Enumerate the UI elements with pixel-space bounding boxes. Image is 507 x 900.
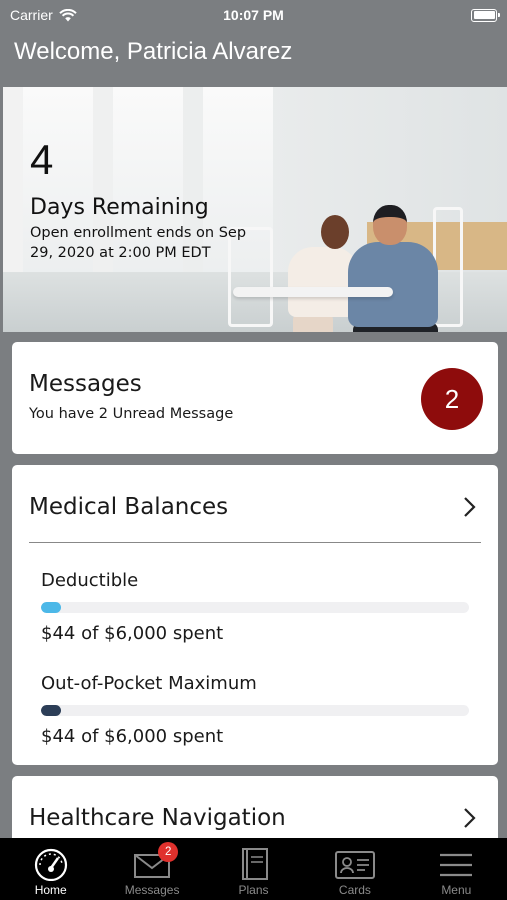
- tab-messages[interactable]: 2 Messages: [101, 838, 202, 900]
- oop-max-block: Out-of-Pocket Maximum $44 of $6,000 spen…: [41, 673, 469, 747]
- messages-card[interactable]: Messages You have 2 Unread Message 2: [12, 342, 498, 454]
- tab-menu[interactable]: Menu: [406, 838, 507, 900]
- tab-cards[interactable]: Cards: [304, 838, 405, 900]
- table: [233, 287, 393, 297]
- person-figure: [321, 215, 349, 249]
- deductible-block: Deductible $44 of $6,000 spent: [41, 570, 469, 644]
- deductible-spent: $44 of $6,000 spent: [41, 623, 224, 644]
- oop-max-label: Out-of-Pocket Maximum: [41, 673, 257, 694]
- battery-icon: [471, 8, 500, 22]
- carrier-label: Carrier: [10, 7, 53, 23]
- days-remaining-label: Days Remaining: [30, 195, 209, 220]
- messages-title: Messages: [29, 371, 142, 397]
- id-card-icon: [334, 851, 375, 879]
- book-icon: [241, 848, 268, 880]
- enrollment-banner[interactable]: 4 Days Remaining Open enrollment ends on…: [3, 87, 507, 332]
- tab-cards-label: Cards: [338, 883, 371, 897]
- healthcare-navigation-header: Healthcare Navigation: [29, 804, 481, 832]
- messages-tab-badge: 2: [158, 842, 179, 862]
- oop-max-progress-track: [41, 705, 469, 716]
- deductible-progress-fill: [41, 602, 62, 613]
- medical-balances-card: Medical Balances Deductible $44 of $6,00…: [12, 465, 498, 765]
- tab-home-label: Home: [34, 883, 67, 897]
- enrollment-text: 4 Days Remaining Open enrollment ends on…: [30, 139, 270, 263]
- status-bar: Carrier 10:07 PM: [0, 0, 507, 30]
- wifi-icon: [59, 8, 77, 21]
- enrollment-deadline: Open enrollment ends on Sep 29, 2020 at …: [30, 225, 247, 261]
- healthcare-navigation-title: Healthcare Navigation: [29, 805, 286, 831]
- medical-balances-header[interactable]: Medical Balances: [29, 493, 481, 521]
- speedometer-icon: [34, 848, 67, 881]
- unread-count-badge: 2: [421, 368, 483, 430]
- oop-max-progress-fill: [41, 705, 62, 716]
- tab-messages-label: Messages: [124, 883, 180, 897]
- hamburger-icon: [440, 853, 473, 877]
- tab-bar: Home 2 Messages Plans Cards Menu: [0, 838, 507, 900]
- tab-home[interactable]: Home: [0, 838, 101, 900]
- chevron-right-icon: [459, 493, 481, 521]
- tab-menu-label: Menu: [441, 883, 472, 897]
- status-left: Carrier: [10, 7, 77, 23]
- divider: [29, 542, 481, 543]
- medical-balances-title: Medical Balances: [29, 494, 229, 520]
- chevron-right-icon: [459, 804, 481, 832]
- person-figure: [373, 205, 407, 245]
- deductible-label: Deductible: [41, 570, 139, 591]
- oop-max-spent: $44 of $6,000 spent: [41, 726, 224, 747]
- person-figure: [348, 242, 438, 327]
- days-remaining-count: 4: [30, 136, 54, 183]
- deductible-progress-track: [41, 602, 469, 613]
- tab-plans[interactable]: Plans: [203, 838, 304, 900]
- messages-subtitle: You have 2 Unread Message: [29, 406, 234, 422]
- welcome-title: Welcome, Patricia Alvarez: [14, 38, 293, 65]
- tab-plans-label: Plans: [238, 883, 269, 897]
